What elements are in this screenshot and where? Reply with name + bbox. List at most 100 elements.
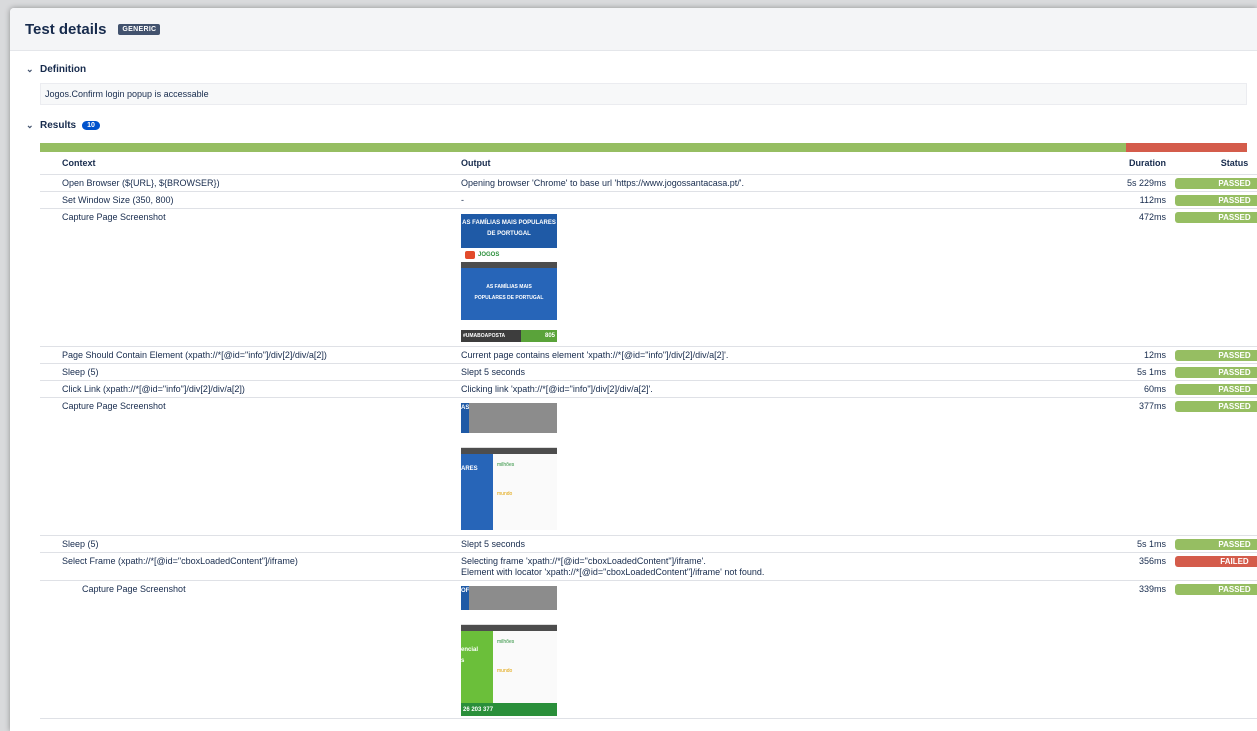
row-status-cell: PASSED: [1174, 191, 1257, 209]
row-output-line: -: [461, 195, 464, 205]
column-header-output: Output: [461, 152, 1084, 175]
definition-label: Definition: [40, 63, 87, 75]
row-context: Capture Page Screenshot: [40, 580, 461, 719]
row-output-line: Opening browser 'Chrome' to base url 'ht…: [461, 178, 745, 188]
row-context: Capture Page Screenshot: [40, 208, 461, 347]
definition-text: Jogos.Confirm login popup is accessable: [40, 83, 1247, 105]
results-label: Results: [40, 119, 77, 131]
screenshot-headline: AS FAMÍLIAS MAIS POPULARES DE PORTUGAL: [461, 214, 557, 248]
status-badge: PASSED: [1174, 350, 1257, 361]
row-output-line: Current page contains element 'xpath://*…: [461, 350, 729, 360]
row-output: Current page contains element 'xpath://*…: [461, 346, 1084, 364]
row-duration: 5s 1ms: [1084, 535, 1174, 553]
row-output: Opening browser 'Chrome' to base url 'ht…: [461, 174, 1084, 192]
results-toggle[interactable]: ⌄ Results 10: [10, 115, 1257, 135]
row-status-cell: PASSED: [1174, 346, 1257, 364]
table-row: Capture Page Screenshot AS FAMÍLIAS MAIS…: [40, 208, 1257, 347]
status-badge: FAILED: [1174, 556, 1257, 567]
row-output: OF encial s milhões mundo 26 203 377: [461, 580, 1084, 719]
status-badge: PASSED: [1174, 584, 1257, 595]
table-row: Set Window Size (350, 800) - 112ms PASSED: [40, 191, 1257, 209]
row-status-cell: PASSED: [1174, 535, 1257, 553]
screenshot-mark-2: mundo: [497, 668, 513, 674]
row-output-line-2: Element with locator 'xpath://*[@id="cbo…: [461, 567, 765, 577]
row-status-cell: PASSED: [1174, 397, 1257, 536]
row-output-line: Selecting frame 'xpath://*[@id="cboxLoad…: [461, 556, 706, 566]
table-row: Capture Page Screenshot OF encial s milh…: [40, 580, 1257, 719]
row-output: Slept 5 seconds: [461, 535, 1084, 553]
row-output: -: [461, 191, 1084, 209]
row-output: Selecting frame 'xpath://*[@id="cboxLoad…: [461, 552, 1084, 581]
row-context: Sleep (5): [40, 535, 461, 553]
row-status-cell: FAILED: [1174, 552, 1257, 581]
column-header-duration: Duration: [1084, 152, 1174, 175]
screenshot-thumbnail[interactable]: AS ARES milhões mundo: [461, 403, 557, 533]
screenshot-side: ARES: [461, 454, 493, 530]
status-badge: PASSED: [1174, 367, 1257, 378]
screenshot-footer: 26 203 377: [461, 703, 557, 716]
screenshot-mark-2: mundo: [497, 491, 513, 497]
table-row: Click Link (xpath://*[@id="info"]/div[2]…: [40, 380, 1257, 398]
row-duration: 5s 229ms: [1084, 174, 1174, 192]
screenshot-logo: JOGOS: [478, 251, 500, 258]
row-status-cell: PASSED: [1174, 363, 1257, 381]
row-output: Clicking link 'xpath://*[@id="info"]/div…: [461, 380, 1084, 398]
chevron-down-icon: ⌄: [26, 119, 34, 130]
row-duration: 112ms: [1084, 191, 1174, 209]
screenshot-side-2: s: [461, 658, 465, 664]
screenshot-mark-1: milhões: [497, 462, 515, 468]
column-header-status: Status: [1174, 152, 1257, 175]
row-duration: 377ms: [1084, 397, 1174, 536]
row-output: Slept 5 seconds: [461, 363, 1084, 381]
row-status-cell: PASSED: [1174, 174, 1257, 192]
progress-passed-fill: [40, 143, 1127, 152]
row-output-line: Slept 5 seconds: [461, 539, 526, 549]
table-row: Sleep (5) Slept 5 seconds 5s 1ms PASSED: [40, 535, 1257, 553]
table-row: Sleep (5) Slept 5 seconds 5s 1ms PASSED: [40, 363, 1257, 381]
table-row: Capture Page Screenshot AS ARES milhões …: [40, 397, 1257, 536]
screenshot-headline: AS: [461, 403, 469, 433]
row-duration: 472ms: [1084, 208, 1174, 347]
row-duration: 356ms: [1084, 552, 1174, 581]
screenshot-footer-2: 805: [521, 330, 557, 342]
results-table: Context Output Duration Status Open Brow…: [40, 152, 1257, 719]
screenshot-footer: #UMABOAPOSTA: [461, 330, 521, 342]
row-context: Click Link (xpath://*[@id="info"]/div[2]…: [40, 380, 461, 398]
screenshot-headline: OF: [461, 586, 469, 610]
row-context: Capture Page Screenshot: [40, 397, 461, 536]
chevron-down-icon: ⌄: [26, 63, 34, 74]
status-badge: PASSED: [1174, 401, 1257, 412]
row-status-cell: PASSED: [1174, 208, 1257, 347]
row-output-line: Slept 5 seconds: [461, 367, 526, 377]
logo-icon: [465, 251, 475, 259]
status-badge: PASSED: [1174, 195, 1257, 206]
row-duration: 60ms: [1084, 380, 1174, 398]
table-row: Page Should Contain Element (xpath://*[@…: [40, 346, 1257, 364]
results-progress-bar: [40, 143, 1247, 152]
page-header: Test details GENERIC: [10, 8, 1257, 51]
row-context: Open Browser (${URL}, ${BROWSER}): [40, 174, 461, 192]
row-context: Sleep (5): [40, 363, 461, 381]
status-badge: PASSED: [1174, 384, 1257, 395]
row-output: AS ARES milhões mundo: [461, 397, 1084, 536]
screenshot-thumbnail[interactable]: OF encial s milhões mundo 26 203 377: [461, 586, 557, 716]
row-context: Set Window Size (350, 800): [40, 191, 461, 209]
status-badge: PASSED: [1174, 539, 1257, 550]
row-context: Select Frame (xpath://*[@id="cboxLoadedC…: [40, 552, 461, 581]
row-duration: 12ms: [1084, 346, 1174, 364]
row-status-cell: PASSED: [1174, 380, 1257, 398]
row-output: AS FAMÍLIAS MAIS POPULARES DE PORTUGAL J…: [461, 208, 1084, 347]
row-status-cell: PASSED: [1174, 580, 1257, 719]
row-output-line: Clicking link 'xpath://*[@id="info"]/div…: [461, 384, 653, 394]
screenshot-thumbnail[interactable]: AS FAMÍLIAS MAIS POPULARES DE PORTUGAL J…: [461, 214, 557, 344]
row-duration: 5s 1ms: [1084, 363, 1174, 381]
definition-toggle[interactable]: ⌄ Definition: [10, 59, 1257, 79]
screenshot-mark-1: milhões: [497, 639, 515, 645]
column-header-context: Context: [40, 152, 461, 175]
status-badge: PASSED: [1174, 212, 1257, 223]
status-badge: PASSED: [1174, 178, 1257, 189]
table-row: Open Browser (${URL}, ${BROWSER}) Opening…: [40, 174, 1257, 192]
row-duration: 339ms: [1084, 580, 1174, 719]
screenshot-side: encial: [461, 647, 479, 653]
row-context: Page Should Contain Element (xpath://*[@…: [40, 346, 461, 364]
